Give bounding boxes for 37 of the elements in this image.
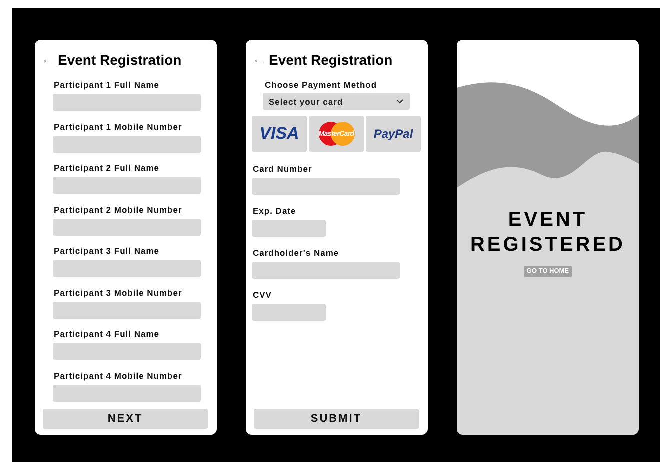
field-label: Participant 4 Mobile Number <box>53 370 184 382</box>
chevron-down-icon <box>396 99 404 104</box>
input-field[interactable] <box>53 343 201 360</box>
next-button[interactable]: NEXT <box>43 409 208 429</box>
input-field[interactable] <box>252 178 400 195</box>
field-label: Participant 1 Full Name <box>53 79 160 91</box>
input-field[interactable] <box>53 218 201 236</box>
field-label: Choose Payment Method <box>264 79 378 91</box>
input-field[interactable] <box>252 220 326 237</box>
input-field[interactable] <box>252 304 326 321</box>
field-label: Participant 1 Mobile Number <box>53 120 184 132</box>
input-field[interactable] <box>53 260 201 277</box>
input-field[interactable] <box>53 177 201 194</box>
screen-title: Event Registration <box>58 52 182 68</box>
field-label: Participant 3 Mobile Number <box>53 286 184 298</box>
input-field[interactable] <box>53 94 201 111</box>
field-label: Participant 4 Full Name <box>53 328 160 340</box>
success-heading: EVENT <box>508 208 588 233</box>
field-label: CVV <box>252 289 273 301</box>
back-arrow-icon[interactable]: ← <box>42 54 53 66</box>
input-field[interactable] <box>53 302 201 318</box>
screen-title: Event Registration <box>269 52 393 68</box>
field-label: Cardholder's Name <box>252 247 340 259</box>
submit-button[interactable]: SUBMIT <box>254 409 419 429</box>
field-label: Participant 2 Full Name <box>53 162 160 174</box>
input-field[interactable] <box>53 136 201 152</box>
field-label: Participant 2 Mobile Number <box>53 204 184 216</box>
input-field[interactable] <box>252 262 400 279</box>
card-option[interactable]: PayPal <box>366 116 421 152</box>
input-field[interactable] <box>53 384 201 402</box>
card-select-dropdown[interactable]: Select your card <box>263 93 410 110</box>
field-label: Card Number <box>252 163 314 175</box>
card-option[interactable]: VISA <box>252 116 307 152</box>
field-label: Exp. Date <box>252 205 298 217</box>
field-label: Participant 3 Full Name <box>53 245 160 257</box>
back-arrow-icon[interactable]: ← <box>253 54 264 66</box>
success-heading: REGISTERED <box>470 233 626 258</box>
